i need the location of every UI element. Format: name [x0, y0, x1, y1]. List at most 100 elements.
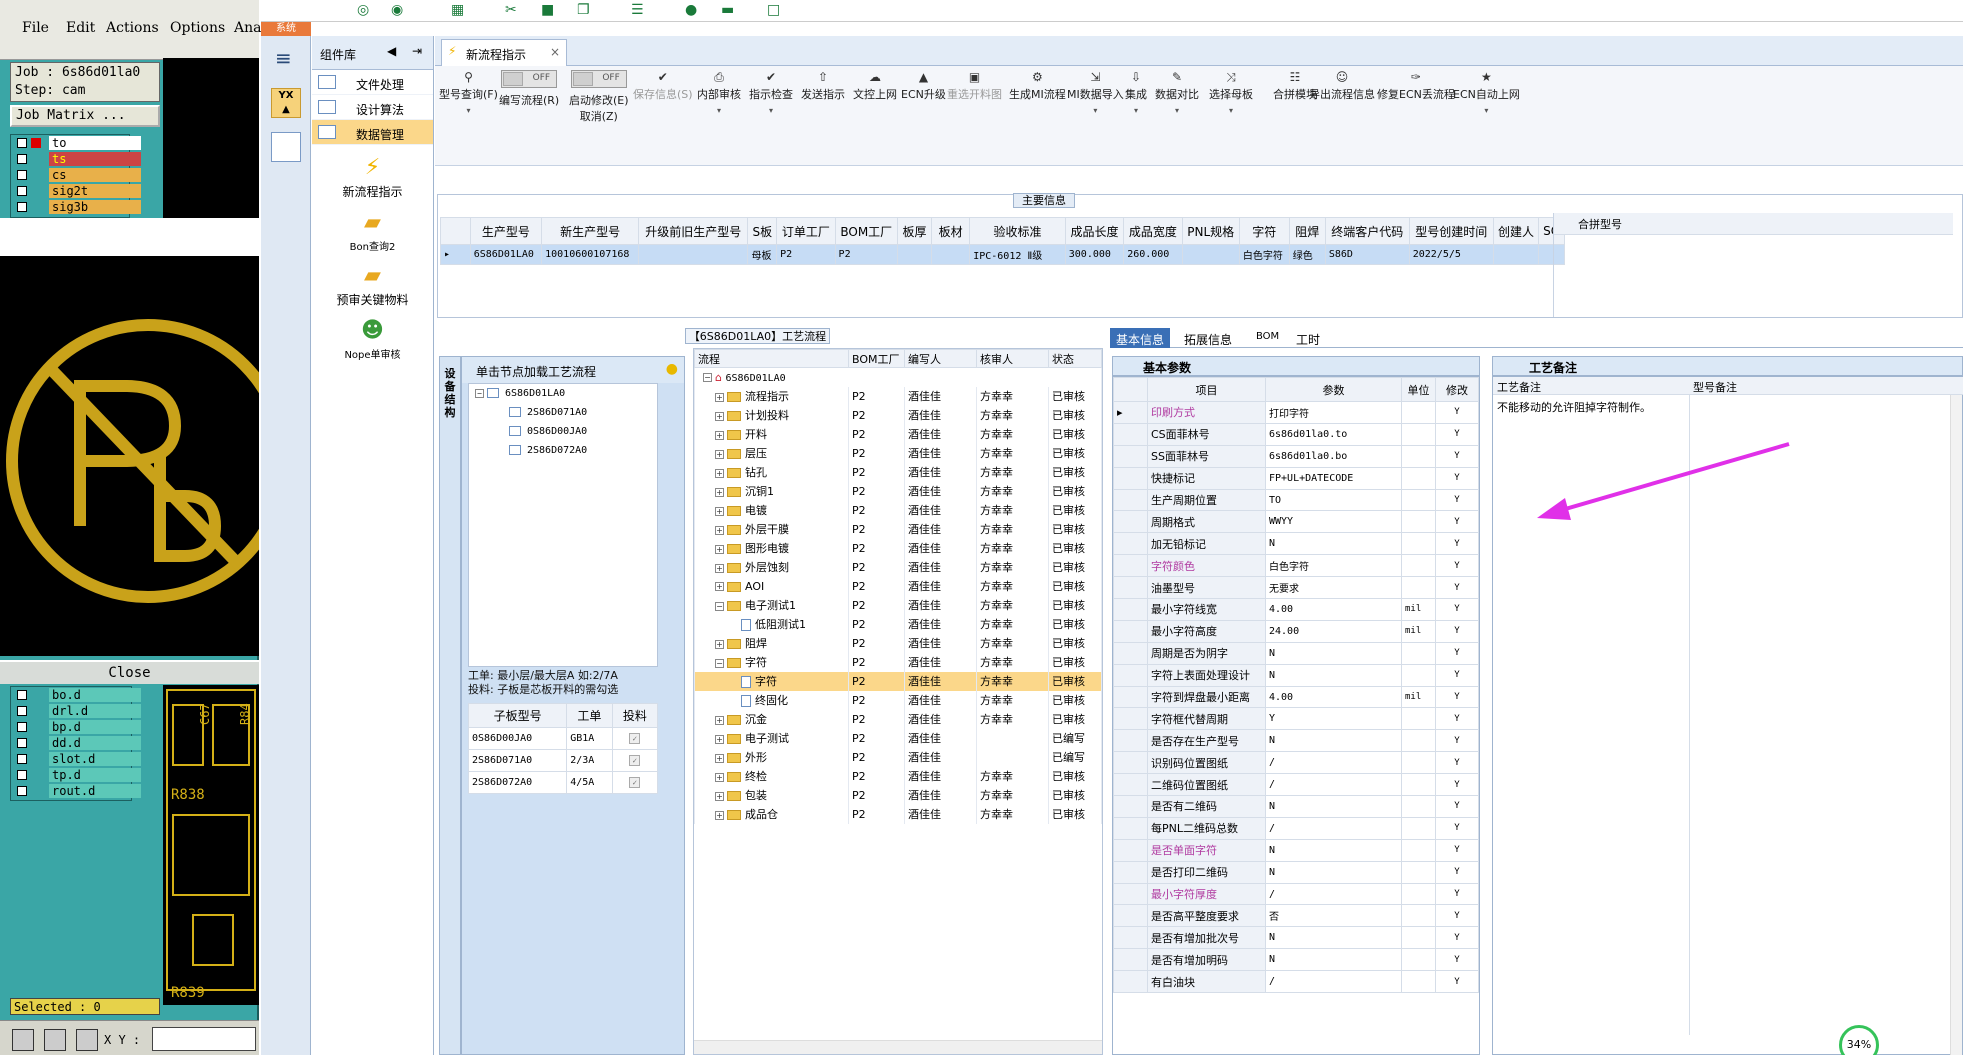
layer-checkbox[interactable] — [17, 202, 27, 212]
layer-row[interactable]: sig3b — [11, 199, 141, 215]
layer-row[interactable]: ts — [11, 151, 141, 167]
param-row[interactable]: 字符颜色 白色字符 Y — [1113, 554, 1479, 578]
bom-query-item[interactable]: ▰ Bon查询2 — [312, 210, 433, 253]
nope-review-item[interactable]: ☻ Nope单审核 — [312, 318, 433, 361]
param-row[interactable]: 字符框代替周期 Y Y — [1113, 707, 1479, 731]
param-row[interactable]: 油墨型号 无要求 Y — [1113, 576, 1479, 600]
toolbar-button[interactable]: ✎ 数据对比 ▾ — [1155, 70, 1199, 115]
param-cell-v[interactable]: FP+UL+DATECODE — [1265, 466, 1402, 490]
param-cell-v[interactable]: / — [1265, 882, 1402, 906]
toolbar-button[interactable]: ▣ 重选开料图 — [947, 70, 1002, 102]
param-row[interactable]: 字符到焊盘最小距离 4.00 mil Y — [1113, 685, 1479, 709]
param-row[interactable]: CS面菲林号 6s86d01la0.to Y — [1113, 422, 1479, 446]
dropdown-arrow-icon[interactable]: ▾ — [1209, 106, 1253, 115]
system-tab[interactable]: 系统 — [261, 22, 311, 36]
flow-row[interactable]: + 外层蚀刻 P2 酒佳佳 方幸幸 已审核 — [694, 557, 1102, 577]
layer-checkbox[interactable] — [17, 786, 27, 796]
tab-bom[interactable]: BOM — [1250, 328, 1285, 348]
collapse-left-icon[interactable]: ◀ — [387, 44, 396, 58]
toolbar-button[interactable]: ▲ ECN升级 — [901, 70, 946, 102]
expand-icon[interactable]: + — [715, 563, 724, 573]
param-row[interactable]: 是否打印二维码 N Y — [1113, 860, 1479, 884]
param-row[interactable]: 二维码位置图纸 / Y — [1113, 773, 1479, 797]
param-cell-v[interactable]: / — [1265, 773, 1402, 797]
param-row[interactable]: 最小字符线宽 4.00 mil Y — [1113, 598, 1479, 621]
expand-icon[interactable]: + — [715, 449, 724, 459]
toolbar-button[interactable]: ⇧ 发送指示 — [801, 70, 845, 102]
tree-root-node[interactable]: − 6S86D01LA0 — [469, 384, 657, 403]
param-cell-v[interactable]: 6s86d01la0.to — [1265, 422, 1402, 446]
param-row[interactable]: 每PNL二维码总数 / Y — [1113, 816, 1479, 840]
collapse-icon[interactable]: − — [703, 373, 712, 383]
param-row[interactable]: 是否存在生产型号 N Y — [1113, 729, 1479, 753]
main-data-row[interactable]: ▸ 6S86D01LA0 10010600107168 母板 P2 P2 IPC-6012 … — [440, 244, 1565, 265]
feed-checkbox[interactable]: ✓ — [611, 727, 659, 750]
toolbar-button[interactable]: ✔ 指示检查 ▾ — [749, 70, 793, 115]
param-cell-v[interactable]: N — [1265, 926, 1402, 950]
expand-icon[interactable]: + — [715, 411, 724, 421]
param-row[interactable]: 生产周期位置 TO Y — [1113, 488, 1479, 512]
toolbar-button[interactable]: ★ ECN自动上网 ▾ — [1453, 70, 1520, 115]
collapse-icon[interactable]: − — [715, 658, 724, 668]
tab-device-structure[interactable]: 设备结构 — [439, 356, 461, 1055]
expand-icon[interactable]: + — [715, 544, 724, 554]
dropdown-arrow-icon[interactable]: ▾ — [1067, 106, 1124, 115]
layer-row[interactable]: dd.d — [11, 735, 141, 751]
param-row[interactable]: 是否高平整度要求否 Y — [1113, 904, 1479, 928]
toolbar-button[interactable]: ☺ 导出流程信息 — [1309, 70, 1375, 102]
col-header[interactable]: 成品长度 — [1064, 217, 1125, 245]
layer-row[interactable]: slot.d — [11, 751, 141, 767]
toolbar-button[interactable]: ☁ 文控上网 — [853, 70, 897, 102]
flow-row[interactable]: + 沉金 P2 酒佳佳 方幸幸 已审核 — [694, 709, 1102, 729]
param-cell-v[interactable]: 无要求 — [1265, 576, 1402, 600]
grid-tool-icon[interactable] — [76, 1029, 98, 1051]
lib-item-algorithm[interactable]: 设计算法 — [312, 95, 433, 120]
collapse-icon[interactable]: − — [475, 388, 484, 398]
menu-file[interactable]: File — [22, 20, 49, 36]
expand-icon[interactable]: + — [715, 506, 724, 516]
param-cell-v[interactable]: 白色字符 — [1265, 554, 1402, 578]
expand-icon[interactable]: + — [715, 487, 724, 497]
col-header[interactable]: BOM工厂 — [834, 217, 899, 245]
layer-row[interactable]: tp.d — [11, 767, 141, 783]
dropdown-arrow-icon[interactable]: ▾ — [697, 106, 741, 115]
copy-icon[interactable]: ❐ — [577, 2, 590, 18]
tree-child-node[interactable]: 2S86D072A0 — [469, 441, 657, 460]
table-row[interactable]: 2S86D072A0 4/5A ✓ — [467, 771, 659, 794]
expand-icon[interactable]: + — [715, 582, 724, 591]
monitor-icon[interactable]: ▬ — [721, 2, 734, 18]
param-row[interactable]: 识别码位置图纸 / Y — [1113, 751, 1479, 775]
toolbar-button[interactable]: ⤨ 选择母板 ▾ — [1209, 70, 1253, 115]
col-header[interactable]: S板 — [747, 217, 778, 245]
param-cell-v[interactable]: WWYY — [1265, 510, 1402, 534]
col-header[interactable]: 终端客户代码 — [1324, 217, 1410, 245]
flow-row[interactable]: − 字符 P2 酒佳佳 方幸幸 已审核 — [694, 652, 1102, 672]
param-cell-v[interactable]: / — [1265, 816, 1402, 840]
toolbar-button[interactable]: OFF 启动修改(E) 取消(Z) — [569, 70, 629, 124]
calendar-icon[interactable] — [271, 132, 301, 162]
expand-icon[interactable]: + — [715, 468, 724, 478]
layer-checkbox[interactable] — [17, 690, 27, 700]
menu-analysis[interactable]: Ana — [234, 20, 261, 36]
param-row[interactable]: 是否有二维码 N Y — [1113, 795, 1479, 818]
flow-row[interactable]: + 流程指示 P2 酒佳佳 方幸幸 已审核 — [694, 386, 1102, 406]
toolbar-button[interactable]: ⇩ 集成 ▾ — [1125, 70, 1147, 115]
tab-basic-info[interactable]: 基本信息 — [1110, 328, 1171, 348]
param-cell-v[interactable]: N — [1265, 948, 1402, 972]
collapse-icon[interactable]: − — [715, 601, 724, 611]
param-cell-v[interactable]: 打印字符 — [1265, 401, 1402, 424]
search-icon[interactable]: ◎ — [357, 2, 369, 18]
table-row[interactable]: 0S86D00JA0 GB1A ✓ — [467, 727, 659, 750]
param-row[interactable]: 有白油块 / Y — [1113, 970, 1479, 994]
dropdown-arrow-icon[interactable]: ▾ — [1453, 106, 1520, 115]
tree-child-node[interactable]: 0S86D00JA0 — [469, 422, 657, 441]
refresh-icon[interactable]: ◉ — [391, 2, 403, 18]
lib-item-file[interactable]: 文件处理 — [312, 70, 433, 95]
flow-row[interactable]: + 沉铜1 P2 酒佳佳 方幸幸 已审核 — [694, 481, 1102, 501]
param-cell-v[interactable]: N — [1265, 729, 1402, 753]
param-cell-v[interactable]: N — [1265, 532, 1402, 556]
expand-icon[interactable]: + — [715, 392, 724, 402]
expand-icon[interactable]: + — [715, 753, 724, 763]
param-cell-v[interactable]: N — [1265, 838, 1402, 862]
col-header[interactable]: 验收标准 — [969, 217, 1066, 245]
